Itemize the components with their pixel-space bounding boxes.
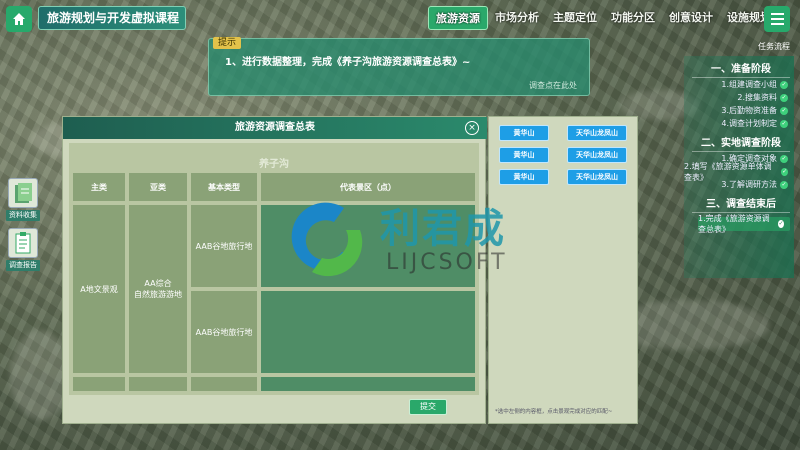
top-bar: 旅游规划与开发虚拟课程 旅游资源 市场分析 主题定位 功能分区 创意设计 设施规…	[0, 0, 800, 38]
close-icon: ×	[468, 123, 476, 133]
table-cell-empty	[129, 377, 187, 391]
spot-button[interactable]: 天华山龙凤山	[567, 147, 627, 163]
table-header: 基本类型	[191, 173, 257, 201]
scenic-drop-zone-3[interactable]	[261, 377, 475, 391]
spot-button[interactable]: 天华山龙凤山	[567, 125, 627, 141]
spot-button[interactable]: 天华山龙凤山	[567, 169, 627, 185]
check-icon: ✓	[780, 80, 788, 89]
check-icon: ✓	[780, 106, 788, 115]
spot-button[interactable]: 黄华山	[499, 147, 549, 163]
table-header: 主类	[73, 173, 125, 201]
tool-survey-report[interactable]: 调查报告	[6, 228, 40, 271]
watermark: 利君成 LIJCSOFT	[286, 196, 516, 286]
hint-bubble: 提示 1、进行数据整理，完成《养子沟旅游资源调查总表》~ 调查点在此处	[208, 37, 590, 96]
check-icon: ✓	[781, 167, 788, 176]
check-icon: ✓	[780, 180, 788, 189]
nav-tab-tourism-resources[interactable]: 旅游资源	[428, 6, 488, 30]
watermark-text: 利君成	[380, 206, 506, 252]
task-item[interactable]: 2.搜集资料 ✓	[684, 91, 794, 104]
task-panel: 任务流程 一、准备阶段 1.组建调查小组 ✓ 2.搜集资料 ✓ 3.后勤物资准备 ✓ …	[684, 40, 794, 280]
cell-sub-class: AA综合 自然旅游游地	[129, 205, 187, 373]
app-title: 旅游规划与开发虚拟课程	[38, 6, 186, 30]
check-icon: ✓	[780, 93, 788, 102]
task-item[interactable]: 4.调查计划制定 ✓	[684, 117, 794, 130]
hint-link[interactable]: 调查点在此处	[529, 80, 577, 91]
tool-label: 资料收集	[6, 210, 40, 221]
task-section-title: 三、调查结束后	[692, 197, 790, 213]
menu-icon	[770, 13, 784, 15]
dialog-title: 旅游资源调查总表	[63, 117, 487, 139]
table-cell-empty	[191, 377, 257, 391]
task-list: 一、准备阶段 1.组建调查小组 ✓ 2.搜集资料 ✓ 3.后勤物资准备 ✓ 4.调查计…	[684, 56, 794, 278]
check-icon: ✓	[778, 220, 784, 228]
cell-basic-type: AAB谷地旅行地	[191, 291, 257, 373]
hint-tag: 提示	[213, 37, 242, 49]
submit-button[interactable]: 提交	[409, 399, 447, 415]
nav-tab-creative-design[interactable]: 创意设计	[662, 6, 720, 30]
task-section-title: 一、准备阶段	[692, 62, 790, 78]
table-cell-empty	[73, 377, 125, 391]
check-icon: ✓	[780, 154, 788, 163]
hint-text: 1、进行数据整理，完成《养子沟旅游资源调查总表》~	[225, 57, 471, 68]
task-item[interactable]: 1.组建调查小组 ✓	[684, 78, 794, 91]
clipboard-icon	[8, 228, 38, 258]
task-item[interactable]: 3.后勤物资准备 ✓	[684, 104, 794, 117]
selector-note: *选中左侧的内容框，点击景观完成对应的匹配~	[495, 409, 613, 415]
close-button[interactable]: ×	[465, 121, 479, 135]
table-title: 养子沟	[259, 159, 289, 170]
table-header: 亚类	[129, 173, 187, 201]
logo-icon	[291, 202, 363, 277]
nav-tab-function-zoning[interactable]: 功能分区	[604, 6, 662, 30]
spot-button[interactable]: 黄华山	[499, 125, 549, 141]
task-item[interactable]: 2.填写《旅游资源单体调查表》 ✓	[684, 162, 794, 182]
spot-button[interactable]: 黄华山	[499, 169, 549, 185]
task-panel-header[interactable]: 任务流程	[684, 40, 794, 54]
watermark-subtext: LIJCSOFT	[386, 250, 508, 275]
cell-main-class: A地文景观	[73, 205, 125, 373]
task-item-current[interactable]: 1.完成《旅游资源调查总表》 ✓	[698, 214, 790, 234]
main-nav: 旅游资源 市场分析 主题定位 功能分区 创意设计 设施规划	[428, 6, 778, 30]
nav-tab-market-analysis[interactable]: 市场分析	[488, 6, 546, 30]
home-icon	[13, 13, 25, 25]
tool-data-collection[interactable]: 资料收集	[6, 178, 40, 221]
menu-button[interactable]	[764, 6, 790, 32]
folder-icon	[8, 178, 38, 208]
scenic-drop-zone-2[interactable]	[261, 291, 475, 373]
task-section-title: 二、实地调查阶段	[692, 136, 790, 152]
cell-basic-type: AAB谷地旅行地	[191, 205, 257, 287]
tool-label: 调查报告	[6, 260, 40, 271]
check-icon: ✓	[780, 119, 788, 128]
home-button[interactable]	[6, 6, 32, 32]
nav-tab-theme-positioning[interactable]: 主题定位	[546, 6, 604, 30]
